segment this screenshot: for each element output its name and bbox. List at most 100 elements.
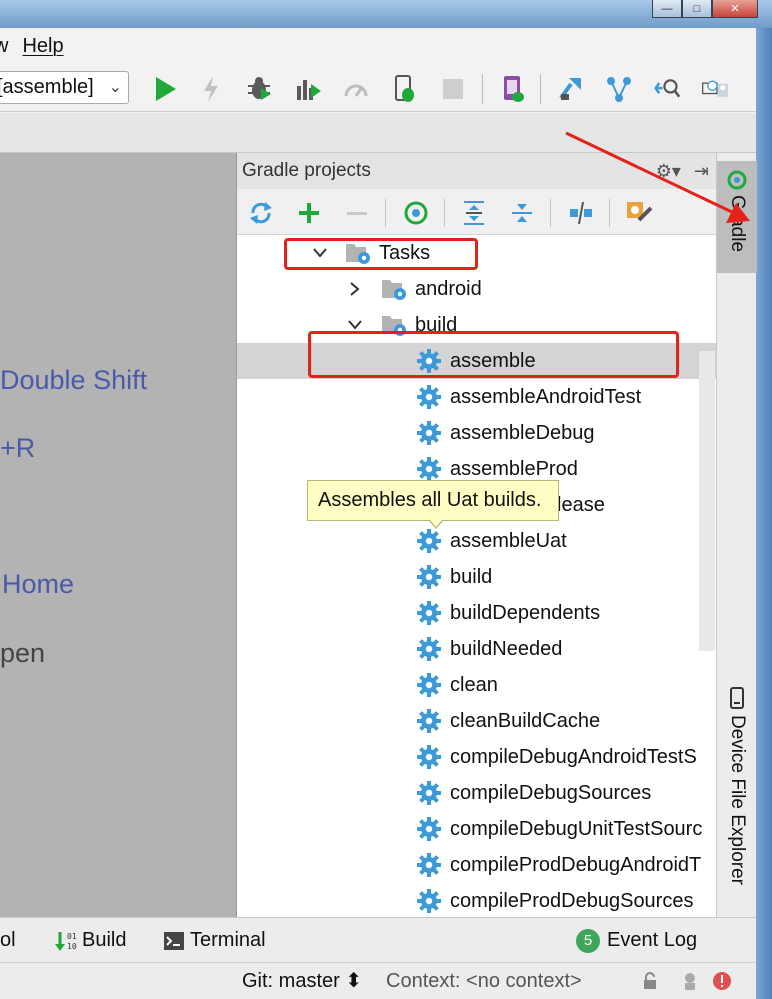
- window-title-bar: — □ ✕: [0, 0, 772, 28]
- maximize-icon[interactable]: □: [682, 0, 712, 18]
- gear-icon: [417, 673, 441, 697]
- window-buttons: — □ ✕: [652, 0, 758, 18]
- debug-icon[interactable]: [246, 76, 272, 102]
- sync-icon[interactable]: [606, 76, 632, 102]
- chevron-down-icon: ⌄: [108, 79, 122, 96]
- menu-item-help[interactable]: Help: [22, 35, 63, 58]
- avd-manager-icon[interactable]: [500, 76, 526, 102]
- hide-panel-icon[interactable]: ⇥: [694, 161, 709, 181]
- assemble-highlight-box: [308, 331, 679, 378]
- settings-icon[interactable]: [625, 199, 653, 227]
- right-tool-strip: Gradle Device File Explorer: [716, 153, 757, 917]
- execute-task-icon[interactable]: [402, 199, 430, 227]
- task-row-compileProdDebugSources[interactable]: compileProdDebugSources: [237, 883, 717, 917]
- gear-icon[interactable]: ⚙▾: [656, 161, 681, 181]
- task-row-clean[interactable]: clean: [237, 667, 717, 703]
- task-label: clean: [450, 674, 498, 696]
- expand-all-icon[interactable]: [460, 199, 488, 227]
- gradle-elephant-icon: [727, 170, 747, 190]
- build-tool-label: Build: [82, 929, 127, 951]
- task-label: compileDebugSources: [450, 782, 652, 804]
- attach-debugger-icon[interactable]: [343, 76, 369, 102]
- gear-icon: [417, 817, 441, 841]
- task-label: compileProdDebugSources: [450, 890, 694, 912]
- profile-icon[interactable]: [295, 76, 321, 102]
- toolbar-separator: [444, 199, 445, 227]
- event-log-tool-button[interactable]: 5 Event Log: [576, 918, 697, 963]
- gradle-panel-title: Gradle projects: [242, 160, 371, 181]
- minimize-icon[interactable]: —: [652, 0, 682, 18]
- gear-icon: [417, 421, 441, 445]
- toolbar-separator: [550, 199, 551, 227]
- terminal-tool-button[interactable]: Terminal: [163, 918, 266, 963]
- task-row-buildNeeded[interactable]: buildNeeded: [237, 631, 717, 667]
- hint-drop-files: pen: [0, 638, 46, 668]
- task-label: buildNeeded: [450, 638, 563, 660]
- task-row-compileDebugSources[interactable]: compileDebugSources: [237, 775, 717, 811]
- build-tool-button[interactable]: 01 10 Build: [55, 918, 126, 963]
- menu-item-view[interactable]: w: [0, 35, 8, 58]
- stop-icon[interactable]: [440, 76, 466, 102]
- hint-recent-files: +R: [0, 433, 36, 463]
- device-file-explorer-tab[interactable]: Device File Explorer: [717, 687, 757, 907]
- search-icon[interactable]: [654, 76, 680, 102]
- lock-icon[interactable]: [640, 971, 660, 991]
- device-icon[interactable]: [702, 76, 728, 102]
- gradle-tool-tab[interactable]: Gradle: [717, 161, 757, 273]
- toolbar-separator: [540, 74, 541, 104]
- sdk-manager-icon[interactable]: [557, 76, 583, 102]
- task-row-compileDebugUnitTestSourc[interactable]: compileDebugUnitTestSourc: [237, 811, 717, 847]
- bottom-tool-bar: ol 01 10 Build Terminal 5 Event Log: [0, 917, 756, 962]
- gear-icon: [417, 637, 441, 661]
- status-icons: [640, 971, 732, 991]
- task-row-assembleUat[interactable]: assembleUat: [237, 523, 717, 559]
- event-count-badge: 5: [576, 928, 600, 953]
- gradle-panel-header: Gradle projects ⚙▾ ⇥: [237, 153, 717, 189]
- task-row-compileDebugAndroidTestS[interactable]: compileDebugAndroidTestS: [237, 739, 717, 775]
- tree-scrollbar[interactable]: [699, 351, 715, 651]
- inspector-icon[interactable]: [680, 971, 700, 991]
- run-configuration-label: [assemble]: [0, 76, 94, 98]
- task-row-assembleDebug[interactable]: assembleDebug: [237, 415, 717, 451]
- run-configuration-select[interactable]: [assemble] ⌄: [0, 71, 129, 104]
- gear-icon: [417, 745, 441, 769]
- task-row-build[interactable]: build: [237, 559, 717, 595]
- error-icon[interactable]: [712, 971, 732, 991]
- svg-text:10: 10: [67, 942, 77, 951]
- terminal-tool-label: Terminal: [190, 929, 266, 951]
- task-row-buildDependents[interactable]: buildDependents: [237, 595, 717, 631]
- task-row-compileProdDebugAndroidT[interactable]: compileProdDebugAndroidT: [237, 847, 717, 883]
- task-label: compileDebugUnitTestSourc: [450, 818, 703, 840]
- build-icon: 0110: [55, 931, 77, 951]
- gradle-toolbar: [237, 189, 717, 235]
- status-bar: Git: master ⬍ Context: <no context>: [0, 962, 756, 999]
- task-label: assembleUat: [450, 530, 567, 552]
- window-frame-right: [756, 28, 772, 999]
- remove-icon[interactable]: [343, 199, 371, 227]
- hint-navigation-bar: Home: [2, 569, 75, 599]
- close-icon[interactable]: ✕: [712, 0, 758, 18]
- gear-icon: [417, 853, 441, 877]
- tree-node-label: android: [415, 278, 482, 300]
- tool-window-partial[interactable]: ol: [0, 918, 16, 963]
- tree-node-android[interactable]: android: [237, 271, 717, 307]
- toolbar-separator: [385, 199, 386, 227]
- toggle-offline-icon[interactable]: [567, 199, 595, 227]
- collapse-all-icon[interactable]: [508, 199, 536, 227]
- tool-window-partial-label: ol: [0, 929, 16, 951]
- navigation-bar: [0, 113, 756, 153]
- folder-task-icon: [381, 277, 406, 301]
- device-file-explorer-label: Device File Explorer: [727, 715, 748, 885]
- gear-icon: [417, 457, 441, 481]
- git-branch-widget[interactable]: Git: master ⬍: [242, 963, 362, 999]
- chevron-right-icon[interactable]: [347, 271, 363, 307]
- context-widget[interactable]: Context: <no context>: [386, 963, 582, 999]
- task-row-assembleAndroidTest[interactable]: assembleAndroidTest: [237, 379, 717, 415]
- debug-android-icon[interactable]: [392, 75, 418, 102]
- run-icon[interactable]: [152, 76, 178, 102]
- apply-changes-icon[interactable]: [198, 76, 224, 102]
- task-row-cleanBuildCache[interactable]: cleanBuildCache: [237, 703, 717, 739]
- refresh-icon[interactable]: [247, 199, 275, 227]
- add-icon[interactable]: [295, 199, 323, 227]
- gear-icon: [417, 889, 441, 913]
